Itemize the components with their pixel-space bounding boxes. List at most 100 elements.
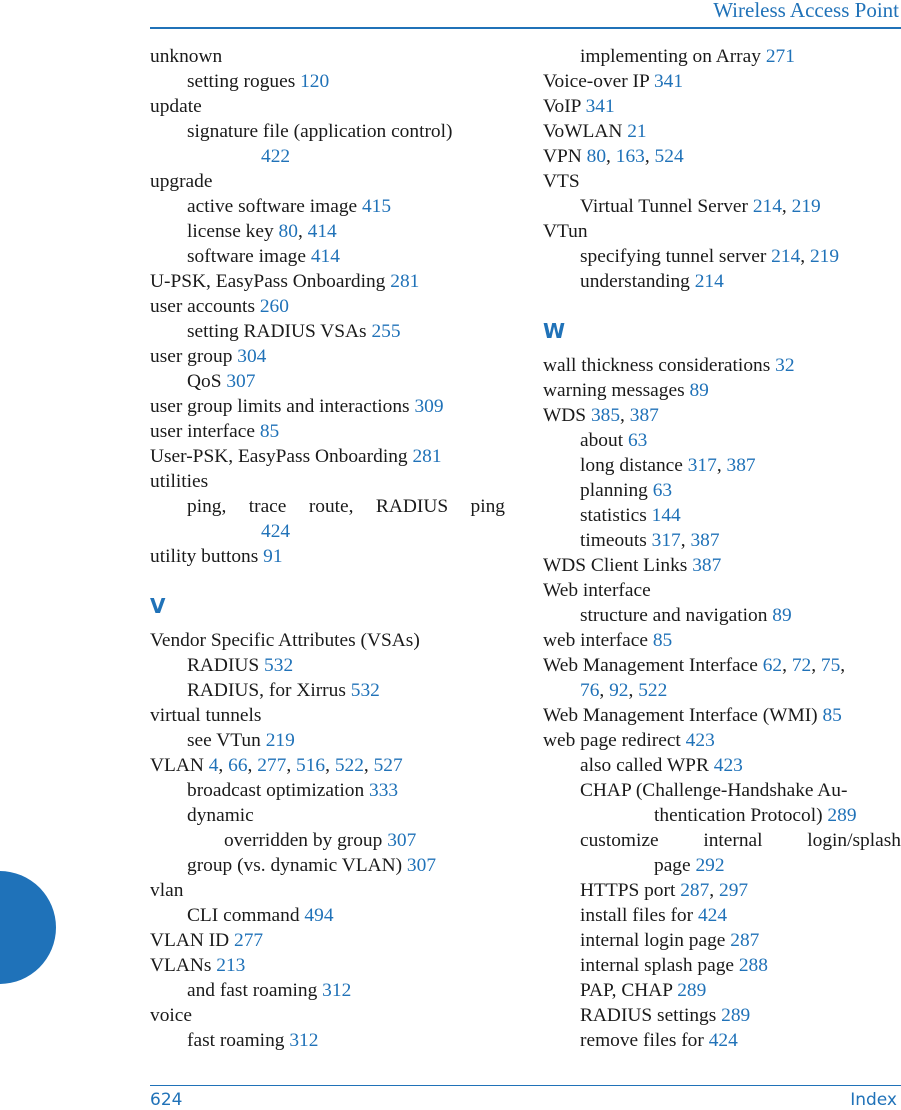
page-reference-link[interactable]: 297 — [719, 880, 748, 901]
page-reference-link[interactable]: 532 — [264, 655, 293, 676]
page-reference-link[interactable]: 80 — [279, 221, 298, 242]
page-reference-link[interactable]: 4 — [209, 755, 219, 776]
index-entry: broadcast optimization 333 — [150, 778, 505, 803]
page-reference-link[interactable]: 214 — [695, 271, 724, 292]
page-reference-link[interactable]: 214 — [771, 246, 800, 267]
page-reference-link[interactable]: 522 — [638, 680, 667, 701]
page-reference-link[interactable]: 89 — [772, 605, 791, 626]
index-entry: wall thickness considerations 32 — [543, 353, 901, 378]
page-reference-link[interactable]: 255 — [371, 321, 400, 342]
index-term: long distance — [580, 455, 683, 476]
page-reference-link[interactable]: 277 — [257, 755, 286, 776]
page-reference-link[interactable]: 287 — [730, 930, 759, 951]
page-reference-link[interactable]: 32 — [775, 355, 794, 376]
page-reference-link[interactable]: 341 — [654, 71, 683, 92]
page-reference-link[interactable]: 219 — [266, 730, 295, 751]
index-term: VLAN ID — [150, 930, 230, 951]
index-letter-heading: V — [150, 594, 166, 618]
page-reference-link[interactable]: 307 — [407, 855, 436, 876]
index-term: wall thickness considerations — [543, 355, 771, 376]
page-reference-link[interactable]: 387 — [727, 455, 756, 476]
page-reference-link[interactable]: 63 — [653, 480, 672, 501]
page-reference-link[interactable]: 387 — [690, 530, 719, 551]
page-reference-link[interactable]: 423 — [686, 730, 715, 751]
page-reference-link[interactable]: 415 — [362, 196, 391, 217]
page-reference-link[interactable]: 89 — [689, 380, 708, 401]
page-reference-link[interactable]: 289 — [827, 805, 856, 826]
page-reference-link[interactable]: 317 — [688, 455, 717, 476]
page-reference-link[interactable]: 307 — [226, 371, 255, 392]
page-reference-link[interactable]: 62 — [763, 655, 782, 676]
footer-rule — [150, 1085, 901, 1086]
page-reference-link[interactable]: 289 — [677, 980, 706, 1001]
page-reference-link[interactable]: 317 — [652, 530, 681, 551]
index-entry: web page redirect 423 — [543, 728, 901, 753]
page-reference-link[interactable]: 424 — [709, 1030, 738, 1051]
page-reference-link[interactable]: 260 — [260, 296, 289, 317]
page-reference-link[interactable]: 387 — [630, 405, 659, 426]
index-entry: setting RADIUS VSAs 255 — [150, 319, 505, 344]
page-reference-link[interactable]: 281 — [390, 271, 419, 292]
page-reference-link[interactable]: 288 — [739, 955, 768, 976]
page-reference-link[interactable]: 289 — [721, 1005, 750, 1026]
index-entry: internal splash page 288 — [543, 953, 901, 978]
index-term: active software image — [187, 196, 358, 217]
index-term: install files for — [580, 905, 694, 926]
index-term: group (vs. dynamic VLAN) — [187, 855, 403, 876]
page-reference-link[interactable]: 341 — [586, 96, 615, 117]
page-reference-link[interactable]: 85 — [260, 421, 279, 442]
page-reference-link[interactable]: 312 — [289, 1030, 318, 1051]
page-reference-link[interactable]: 424 — [698, 905, 727, 926]
page-reference-link[interactable]: 213 — [216, 955, 245, 976]
page-reference-link[interactable]: 414 — [311, 246, 340, 267]
index-entry: about 63 — [543, 428, 901, 453]
page-reference-link[interactable]: 309 — [414, 396, 443, 417]
index-term: VoWLAN — [543, 121, 623, 142]
page-reference-link[interactable]: 271 — [766, 46, 795, 67]
page-reference-link[interactable]: 281 — [412, 446, 441, 467]
page-reference-link[interactable]: 72 — [792, 655, 811, 676]
page-reference-link[interactable]: 277 — [234, 930, 263, 951]
page-reference-link[interactable]: 532 — [351, 680, 380, 701]
page-reference-link[interactable]: 76 — [580, 680, 599, 701]
page-reference-link[interactable]: 522 — [335, 755, 364, 776]
page-reference-link[interactable]: 91 — [263, 546, 282, 567]
index-entry: user interface 85 — [150, 419, 505, 444]
page-reference-link[interactable]: 333 — [369, 780, 398, 801]
page-reference-link[interactable]: 144 — [652, 505, 681, 526]
page-reference-link[interactable]: 92 — [609, 680, 628, 701]
page-reference-link[interactable]: 524 — [655, 146, 684, 167]
page-reference-link[interactable]: 527 — [374, 755, 403, 776]
page-reference-link[interactable]: 75 — [821, 655, 840, 676]
page-reference-link[interactable]: 120 — [300, 71, 329, 92]
page-reference-link[interactable]: 63 — [628, 430, 647, 451]
page-reference-link[interactable]: 312 — [322, 980, 351, 1001]
page-reference-link[interactable]: 219 — [810, 246, 839, 267]
page-reference-link[interactable]: 414 — [308, 221, 337, 242]
page-reference-link[interactable]: 385 — [591, 405, 620, 426]
page-reference-link[interactable]: 287 — [680, 880, 709, 901]
page-reference-link[interactable]: 292 — [695, 855, 724, 876]
index-term: Virtual Tunnel Server — [580, 196, 748, 217]
page-reference-link[interactable]: 307 — [387, 830, 416, 851]
page-reference-link[interactable]: 21 — [627, 121, 646, 142]
index-term: overridden by group — [224, 830, 383, 851]
page-reference-link[interactable]: 516 — [296, 755, 325, 776]
page-reference-link[interactable]: 214 — [753, 196, 782, 217]
index-term: CLI command — [187, 905, 300, 926]
page-reference-link[interactable]: 423 — [714, 755, 743, 776]
page-reference-link[interactable]: 422 — [261, 146, 290, 167]
page-reference-link[interactable]: 387 — [692, 555, 721, 576]
page-reference-link[interactable]: 80 — [587, 146, 606, 167]
page-reference-link[interactable]: 163 — [616, 146, 645, 167]
index-entry: web interface 85 — [543, 628, 901, 653]
page-reference-link[interactable]: 304 — [237, 346, 266, 367]
index-entry: Voice-over IP 341 — [543, 69, 901, 94]
page-reference-link[interactable]: 85 — [653, 630, 672, 651]
page-reference-link[interactable]: 424 — [261, 521, 290, 542]
index-entry: remove files for 424 — [543, 1028, 901, 1053]
page-reference-link[interactable]: 85 — [822, 705, 841, 726]
page-reference-link[interactable]: 494 — [304, 905, 333, 926]
page-reference-link[interactable]: 219 — [792, 196, 821, 217]
page-reference-link[interactable]: 66 — [228, 755, 247, 776]
